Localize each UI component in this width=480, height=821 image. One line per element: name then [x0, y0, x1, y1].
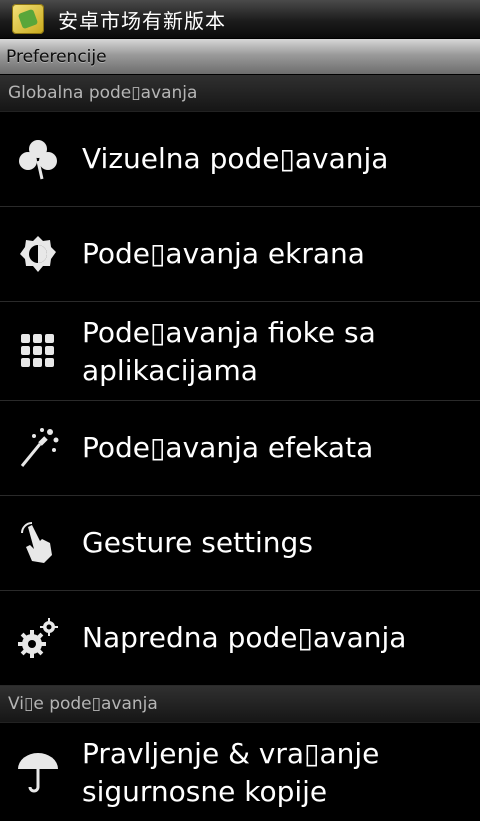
- section-header-label: Vi▯e pode▯avanja: [8, 694, 158, 714]
- list-item-advanced-settings[interactable]: Napredna pode▯avanja: [0, 591, 480, 686]
- notification-title: 安卓市场有新版本: [58, 8, 226, 33]
- page-title: Preferencije: [6, 46, 107, 67]
- brightness-icon: [14, 230, 62, 278]
- list-item-app-drawer-settings[interactable]: Pode▯avanja fioke sa aplikacijama: [0, 302, 480, 401]
- gesture-hand-icon: [14, 519, 62, 567]
- gears-icon: [14, 614, 62, 662]
- item-label: Pode▯avanja fioke sa aplikacijama: [82, 316, 376, 387]
- item-label: Pode▯avanja ekrana: [82, 237, 365, 270]
- list-item-screen-settings[interactable]: Pode▯avanja ekrana: [0, 207, 480, 302]
- preferences-header: Preferencije: [0, 39, 480, 74]
- list-item-effects-settings[interactable]: Pode▯avanja efekata: [0, 401, 480, 496]
- list-item-visual-settings[interactable]: Vizuelna pode▯avanja: [0, 112, 480, 207]
- section-header-more: Vi▯e pode▯avanja: [0, 686, 480, 723]
- item-label: Napredna pode▯avanja: [82, 621, 407, 654]
- magic-wand-icon: [14, 424, 62, 472]
- item-label: Vizuelna pode▯avanja: [82, 142, 389, 175]
- section-header-global: Globalna pode▯avanja: [0, 75, 480, 112]
- market-update-icon: [12, 4, 44, 34]
- umbrella-icon: [14, 747, 62, 795]
- notification-bar[interactable]: 安卓市场有新版本: [0, 0, 480, 39]
- list-item-backup-restore[interactable]: Pravljenje & vra▯anje sigurnosne kopije: [0, 723, 480, 821]
- item-label: Pode▯avanja efekata: [82, 431, 374, 464]
- item-label: Gesture settings: [82, 526, 313, 559]
- section-header-label: Globalna pode▯avanja: [8, 83, 198, 103]
- list-item-gesture-settings[interactable]: Gesture settings: [0, 496, 480, 591]
- clover-icon: [14, 135, 62, 183]
- app-grid-icon: [14, 327, 62, 375]
